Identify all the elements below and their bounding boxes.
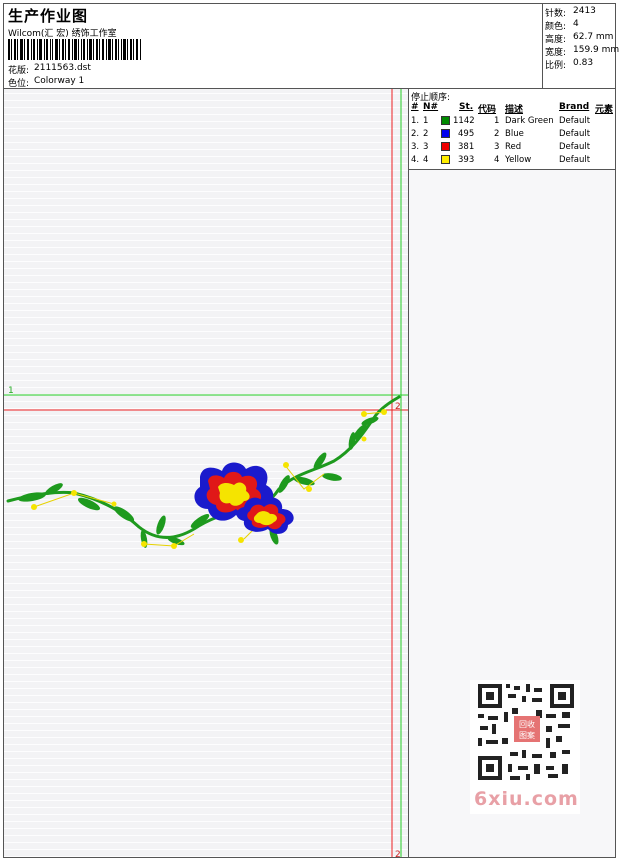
color-swatch bbox=[441, 129, 450, 138]
stat-colors-value: 4 bbox=[573, 19, 579, 29]
col-header-desc: 描述 bbox=[505, 105, 524, 115]
stat-width-value: 159.9 mm bbox=[573, 45, 620, 55]
colorway-name: Colorway 1 bbox=[34, 76, 85, 86]
stat-stitches-value: 2413 bbox=[573, 6, 596, 16]
watermark-text: 6xiu.com bbox=[474, 788, 579, 810]
stop-sequence-table: 停止顺序: # N# St. 代码 描述 Brand 元素 1. 1 1142 … bbox=[409, 89, 615, 170]
qr-code-icon: 回收 图案 bbox=[478, 684, 574, 780]
stat-stitches-label: 针数: bbox=[545, 9, 567, 19]
col-header-code: 代码 bbox=[478, 105, 497, 115]
studio-name: Wilcom(汇 宏) 绣饰工作室 bbox=[8, 29, 117, 39]
stat-colors-label: 颜色: bbox=[545, 22, 567, 32]
color-swatch bbox=[441, 116, 450, 125]
header-panel: 生产作业图 Wilcom(汇 宏) 绣饰工作室 花版: 2111563.dst … bbox=[3, 3, 620, 89]
guide-marker-2-bottom: 2 bbox=[395, 850, 401, 857]
stat-scale-label: 比例: bbox=[545, 61, 567, 71]
embroidery-preview: 1 2 2 bbox=[4, 89, 408, 857]
stat-height-label: 高度: bbox=[545, 35, 567, 45]
svg-text:图案: 图案 bbox=[519, 730, 535, 740]
col-header-n: N# bbox=[423, 102, 439, 112]
guide-marker-1: 1 bbox=[8, 386, 14, 396]
guide-marker-2-top: 2 bbox=[395, 402, 401, 412]
col-header-element: 元素 bbox=[595, 105, 614, 115]
barcode-icon bbox=[8, 39, 141, 60]
svg-text:回收: 回收 bbox=[519, 719, 535, 729]
col-header-stitches: St. bbox=[459, 102, 474, 112]
col-header-brand: Brand bbox=[559, 102, 590, 112]
stats-divider bbox=[542, 4, 543, 88]
col-header-index: # bbox=[411, 102, 419, 112]
design-file: 2111563.dst bbox=[34, 63, 91, 73]
color-swatch bbox=[441, 142, 450, 151]
color-swatch bbox=[441, 155, 450, 164]
page-title: 生产作业图 bbox=[8, 7, 89, 25]
stat-height-value: 62.7 mm bbox=[573, 32, 614, 42]
stat-width-label: 宽度: bbox=[545, 48, 567, 58]
stat-scale-value: 0.83 bbox=[573, 58, 594, 68]
design-label: 花版: bbox=[8, 66, 30, 76]
vine-leaves bbox=[18, 416, 379, 548]
design-canvas: 1 2 2 bbox=[3, 88, 409, 858]
